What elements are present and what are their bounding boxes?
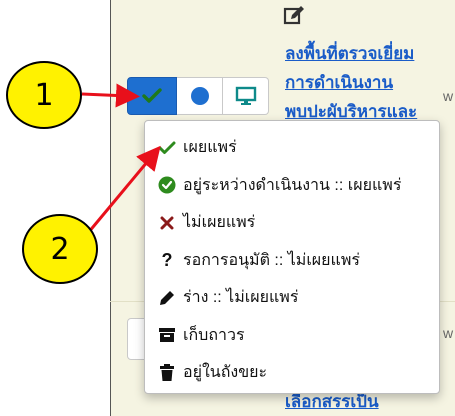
truncated-column-text: w xyxy=(443,325,454,341)
monitor-icon xyxy=(235,86,256,105)
question-icon: ? xyxy=(161,249,173,270)
menu-item-label: รอการอนุมัติ :: ไม่เผยแพร่ xyxy=(183,251,360,269)
archive-icon xyxy=(157,325,177,345)
status-dropdown-button[interactable] xyxy=(127,77,177,115)
trash-icon xyxy=(157,363,177,383)
article-action-button-group xyxy=(127,77,269,115)
preview-button[interactable] xyxy=(223,77,269,115)
menu-item-label: เผยแพร่ xyxy=(183,139,237,157)
callout-badge-2: 2 xyxy=(22,214,98,284)
menu-item-published[interactable]: เผยแพร่ xyxy=(145,129,439,167)
menu-item-draft[interactable]: ร่าง :: ไม่เผยแพร่ xyxy=(145,279,439,317)
status-dropdown-menu: เผยแพร่ อยู่ระหว่างดำเนินงาน :: เผยแพร่ … xyxy=(144,120,440,394)
menu-item-in-progress-published[interactable]: อยู่ระหว่างดำเนินงาน :: เผยแพร่ xyxy=(145,167,439,205)
check-icon xyxy=(157,138,177,158)
truncated-column-text: w xyxy=(443,88,454,104)
article-title-line-2[interactable]: การดำเนินงาน xyxy=(285,69,393,96)
menu-item-label: อยู่ระหว่างดำเนินงาน :: เผยแพร่ xyxy=(183,176,402,194)
check-icon xyxy=(142,88,162,103)
menu-item-label: เก็บถาวร xyxy=(183,326,245,344)
menu-item-label: อยู่ในถังขยะ xyxy=(183,364,268,382)
menu-item-unpublished[interactable]: ไม่เผยแพร่ xyxy=(145,204,439,242)
article-title-line-1[interactable]: ลงพื้นที่ตรวจเยี่ยม xyxy=(285,40,414,67)
menu-item-archived[interactable]: เก็บถาวร xyxy=(145,317,439,355)
menu-item-pending-approval[interactable]: ? รอการอนุมัติ :: ไม่เผยแพร่ xyxy=(145,242,439,280)
callout-badge-1: 1 xyxy=(6,61,82,129)
menu-item-trashed[interactable]: อยู่ในถังขยะ xyxy=(145,354,439,392)
pencil-icon xyxy=(157,288,177,308)
pencil-square-icon[interactable] xyxy=(283,5,305,27)
times-icon xyxy=(157,213,177,233)
menu-item-label: ไม่เผยแพร่ xyxy=(183,214,256,232)
featured-toggle-button[interactable] xyxy=(177,77,223,115)
check-circle-icon xyxy=(157,175,177,195)
circle-icon xyxy=(190,87,209,105)
menu-item-label: ร่าง :: ไม่เผยแพร่ xyxy=(183,289,299,307)
